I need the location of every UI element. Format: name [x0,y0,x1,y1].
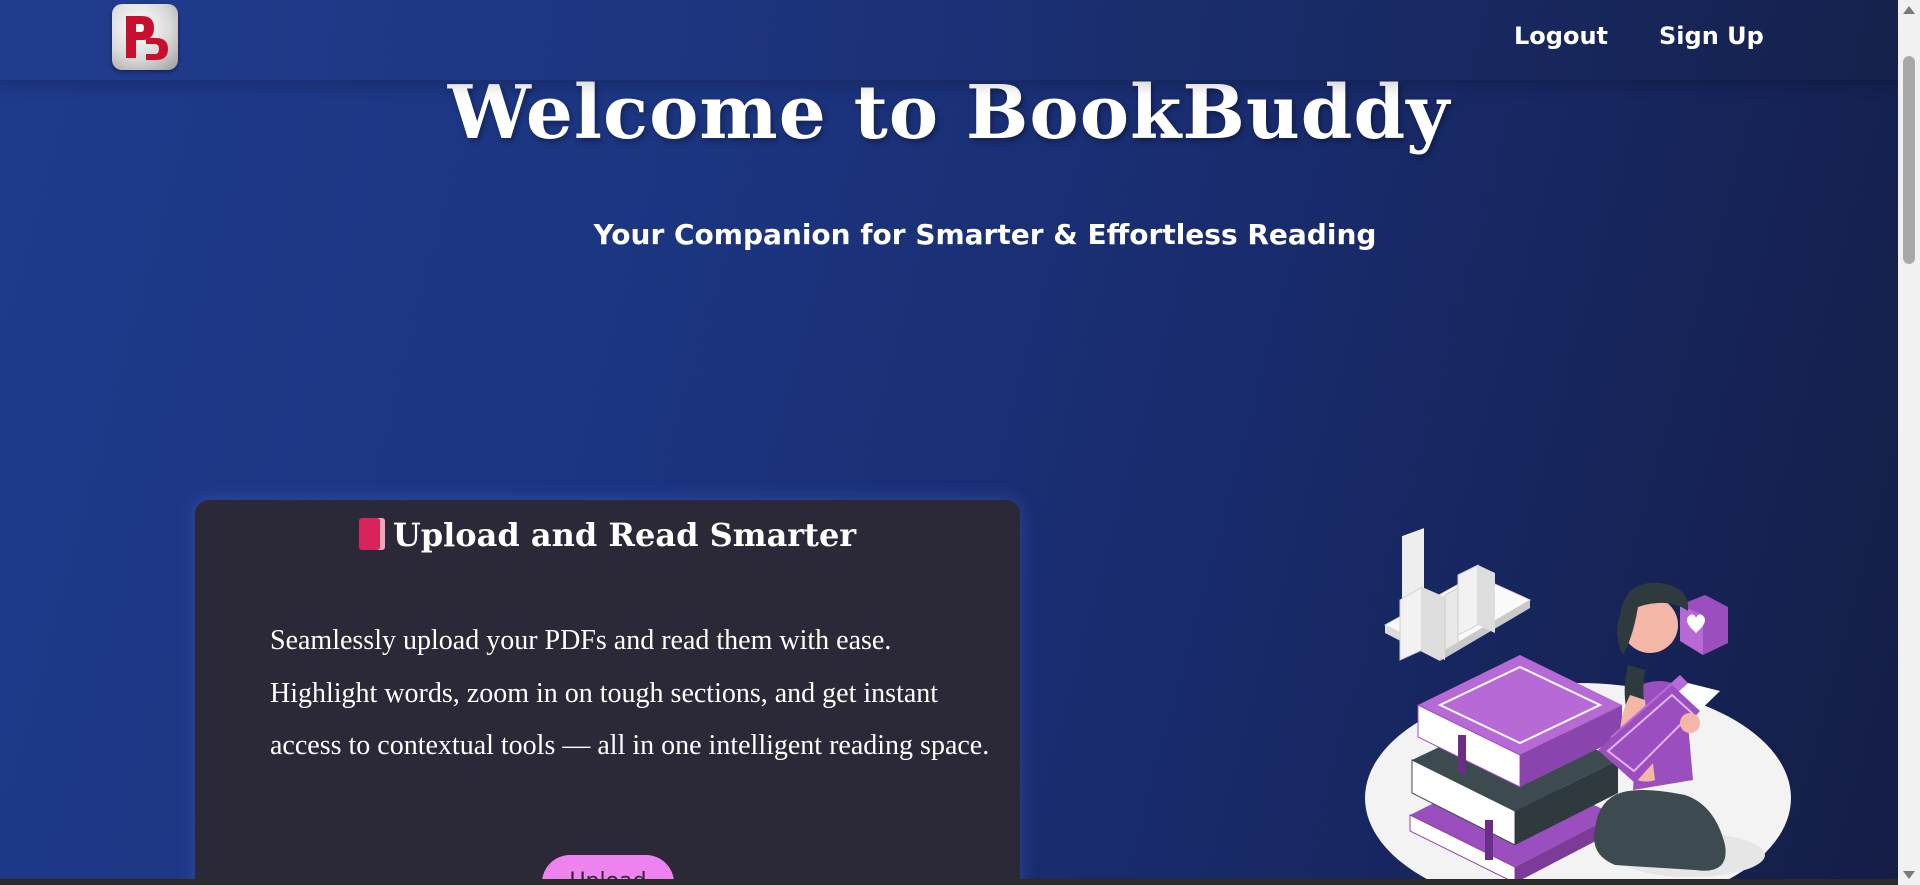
floating-bookshelf [1383,528,1532,661]
feature-card-title: Upload and Read Smarter [195,516,1020,554]
hero-title: Welcome to BookBuddy [447,70,1451,156]
sign-up-link[interactable]: Sign Up [1659,22,1764,50]
logo-mark-icon [126,16,168,60]
hero-subtitle: Your Companion for Smarter & Effortless … [593,218,1377,251]
red-book-icon [358,518,385,550]
bottom-edge-strip [0,879,1898,885]
scrollbar-thumb[interactable] [1903,56,1915,264]
woman-reading-books-illustration [1365,528,1791,885]
logout-link[interactable]: Logout [1514,22,1608,50]
scroll-up-arrow-icon[interactable] [1903,6,1915,14]
top-navigation-bar: Logout Sign Up [0,0,1898,80]
feature-card-description: Seamlessly upload your PDFs and read the… [270,625,990,761]
feature-card-upload: Upload and Read Smarter Seamlessly uploa… [195,500,1020,885]
scroll-down-arrow-icon[interactable] [1903,871,1915,879]
vertical-scrollbar[interactable] [1898,0,1920,885]
bookbuddy-logo-icon[interactable] [112,4,178,70]
feature-card-title-text: Upload and Read Smarter [392,516,857,554]
